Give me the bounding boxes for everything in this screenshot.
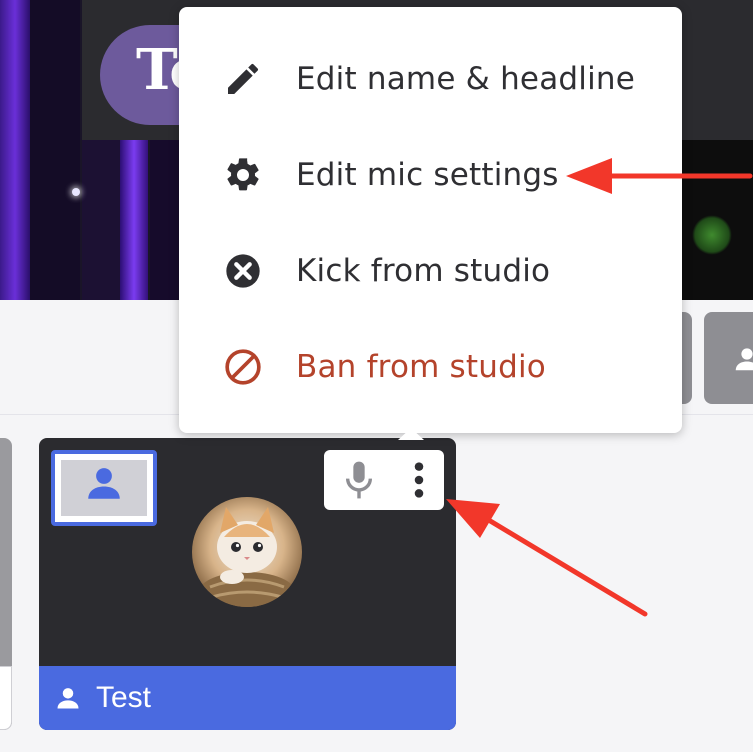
tile-controls	[324, 450, 444, 510]
video-stripe	[30, 0, 80, 300]
person-icon	[57, 688, 79, 709]
person-layout-button[interactable]	[704, 312, 753, 404]
avatar	[192, 497, 302, 607]
menu-item-ban[interactable]: Ban from studio	[179, 319, 682, 415]
participant-tile[interactable]: Test	[39, 438, 456, 730]
block-icon	[225, 349, 261, 385]
menu-item-label: Edit name & headline	[296, 61, 636, 97]
cat-photo	[199, 507, 295, 607]
participant-tile-partial[interactable]	[0, 438, 12, 730]
person-icon	[735, 348, 753, 371]
video-stripe	[0, 0, 30, 300]
layout-thumbnail[interactable]	[51, 450, 157, 526]
microphone-icon[interactable]	[342, 460, 376, 500]
menu-item-edit-name[interactable]: Edit name & headline	[179, 31, 682, 127]
gear-icon	[227, 158, 259, 191]
pencil-icon	[228, 63, 259, 94]
video-stripe	[82, 140, 122, 300]
annotation-arrow	[566, 158, 753, 194]
more-vertical-icon[interactable]	[412, 460, 426, 500]
video-stripe	[150, 140, 180, 300]
video-stripe	[120, 140, 148, 300]
menu-item-label: Kick from studio	[296, 253, 551, 289]
person-icon	[88, 468, 120, 499]
participant-name: Test	[96, 681, 152, 714]
participant-context-menu: Edit name & headline Edit mic settings K…	[179, 7, 682, 433]
menu-item-kick[interactable]: Kick from studio	[179, 223, 682, 319]
annotation-arrow	[446, 499, 648, 617]
sparkle	[72, 188, 80, 196]
menu-caret	[398, 428, 424, 440]
menu-item-label: Ban from studio	[296, 349, 546, 385]
participant-name-bar: Test	[39, 666, 456, 730]
close-circle-icon	[226, 254, 260, 288]
menu-item-label: Edit mic settings	[296, 157, 559, 193]
